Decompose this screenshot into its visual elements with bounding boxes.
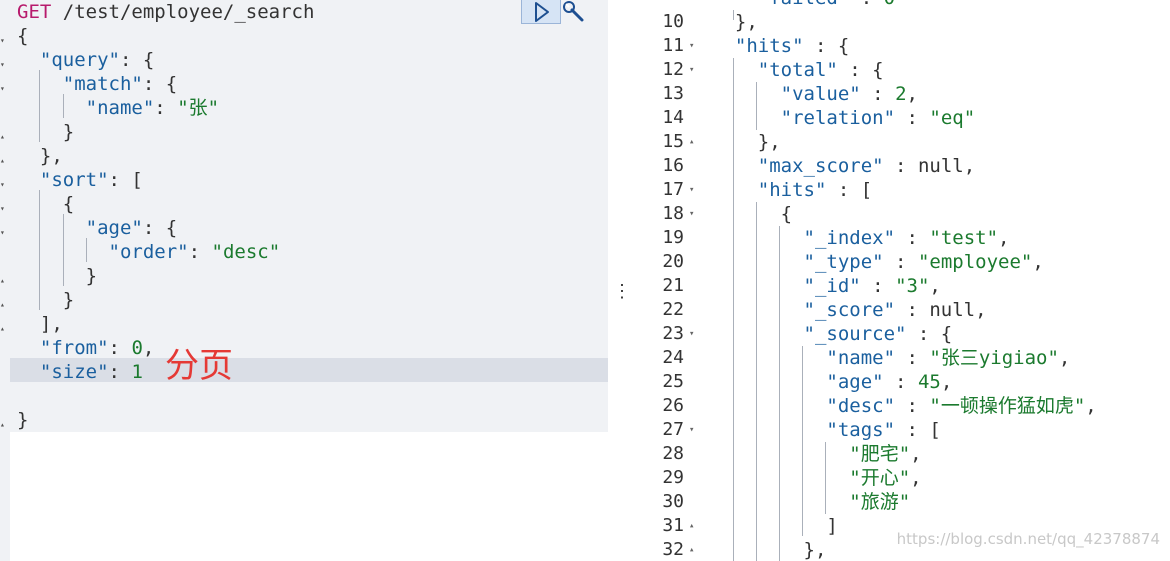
code-line[interactable]: }	[17, 120, 74, 144]
line-number: 12	[662, 59, 684, 80]
response-line: "max_score" : null,	[757, 155, 976, 177]
response-line: "_index" : "test",	[803, 227, 1010, 249]
fold-marker[interactable]: ▴	[0, 294, 8, 318]
response-line: "_id" : "3",	[803, 275, 941, 297]
line-number: 19	[662, 227, 684, 248]
line-number: 29	[662, 467, 684, 488]
fold-marker[interactable]: ▾	[689, 58, 694, 82]
code-line[interactable]: "match": {	[17, 72, 177, 96]
response-line: "desc" : "一顿操作猛如虎",	[826, 395, 1097, 417]
code-line[interactable]: }	[17, 264, 97, 288]
code-line[interactable]: "name": "张"	[17, 96, 219, 120]
fold-marker[interactable]: ▾	[0, 198, 8, 222]
line-number: 25	[662, 371, 684, 392]
response-line: "旅游"	[849, 491, 911, 513]
fold-marker[interactable]: ▴	[0, 150, 8, 174]
code-line[interactable]: "query": {	[17, 48, 154, 72]
response-line: "age" : 45,	[826, 371, 953, 393]
fold-marker[interactable]: ▾	[0, 30, 8, 54]
response-line: "name" : "张三yigiao",	[826, 347, 1071, 369]
request-editor[interactable]: ▾ ▾ ▾ ▴ ▴ ▾ ▾ ▾ ▴ ▴ ▴ ▴ GET /test/employ…	[0, 0, 608, 561]
line-number: 26	[662, 395, 684, 416]
line-number: 18	[662, 203, 684, 224]
line-number: 21	[662, 275, 684, 296]
response-line: "肥宅",	[849, 443, 922, 465]
line-number: 13	[662, 83, 684, 104]
line-number: 30	[662, 491, 684, 512]
code-line[interactable]: },	[17, 144, 63, 168]
fold-marker[interactable]: ▾	[0, 54, 8, 78]
code-line[interactable]: "order": "desc"	[17, 240, 281, 264]
response-line: "total" : {	[757, 59, 884, 81]
line-number	[632, 0, 684, 10]
code-line[interactable]: ],	[17, 312, 63, 336]
code-line[interactable]: "size": 1	[17, 360, 143, 384]
line-number: 23	[662, 323, 684, 344]
line-number: 31	[662, 515, 684, 536]
response-line: },	[712, 131, 781, 153]
fold-marker[interactable]: ▴	[689, 538, 694, 561]
fold-marker[interactable]: ▾	[689, 202, 694, 226]
fold-marker[interactable]: ▴	[0, 270, 8, 294]
fold-marker[interactable]: ▾	[0, 174, 8, 198]
code-line[interactable]: }	[17, 288, 74, 312]
response-line: "_type" : "employee",	[803, 251, 1044, 273]
response-line: },	[712, 539, 827, 561]
response-line: },	[712, 11, 758, 33]
vertical-dots-icon[interactable]: ⋮	[613, 283, 631, 301]
fold-marker[interactable]: ▾	[689, 322, 694, 346]
fold-marker[interactable]: ▾	[689, 34, 694, 58]
response-line: "开心",	[849, 467, 922, 489]
fold-marker[interactable]: ▴	[689, 514, 694, 538]
code-line[interactable]: }	[17, 408, 28, 432]
response-line: "failed" : 0	[712, 0, 895, 10]
code-line[interactable]: "sort": [	[17, 168, 143, 192]
fold-marker[interactable]: ▾	[0, 78, 8, 102]
fold-marker[interactable]: ▴	[0, 126, 8, 150]
response-viewer[interactable]: "failed" : 010 },11▾ "hits" : {12▾ "tota…	[632, 0, 1170, 561]
response-line: "hits" : [	[757, 179, 873, 201]
request-settings-button[interactable]	[561, 0, 587, 24]
line-number: 22	[662, 299, 684, 320]
response-line: {	[712, 203, 793, 225]
fold-marker[interactable]: ▴	[689, 130, 694, 154]
response-line: "_source" : {	[803, 323, 953, 345]
play-icon	[535, 2, 549, 22]
line-number: 20	[662, 251, 684, 272]
code-line[interactable]: {	[17, 192, 74, 216]
request-method-line[interactable]: GET /test/employee/_search	[17, 0, 314, 24]
line-number: 17	[662, 179, 684, 200]
line-number: 28	[662, 443, 684, 464]
fold-marker[interactable]: ▾	[689, 418, 694, 442]
response-line: ]	[712, 515, 838, 537]
fold-marker[interactable]: ▾	[0, 222, 8, 246]
line-number: 14	[662, 107, 684, 128]
fold-marker[interactable]: ▴	[0, 318, 8, 342]
line-number: 32	[662, 539, 684, 560]
response-line: "tags" : [	[826, 419, 941, 441]
code-line[interactable]: "from": 0,	[17, 336, 154, 360]
response-line: "hits" : {	[734, 35, 850, 57]
fold-marker[interactable]: ▴	[0, 414, 8, 438]
pagination-annotation: 分页	[165, 346, 233, 386]
line-number: 27	[662, 419, 684, 440]
response-line: "_score" : null,	[803, 299, 987, 321]
code-line[interactable]: "age": {	[17, 216, 178, 240]
fold-marker[interactable]: ▾	[689, 178, 694, 202]
wrench-icon	[563, 1, 584, 22]
line-number: 15	[662, 131, 684, 152]
response-line: "value" : 2,	[780, 83, 918, 105]
code-line[interactable]: {	[17, 24, 28, 48]
watermark: https://blog.csdn.net/qq_42378874	[896, 530, 1160, 548]
line-number: 24	[662, 347, 684, 368]
line-number: 16	[662, 155, 684, 176]
run-request-button[interactable]	[521, 0, 561, 24]
line-number: 10	[662, 11, 684, 32]
line-number: 11	[662, 35, 684, 56]
response-line: "relation" : "eq"	[780, 107, 976, 129]
